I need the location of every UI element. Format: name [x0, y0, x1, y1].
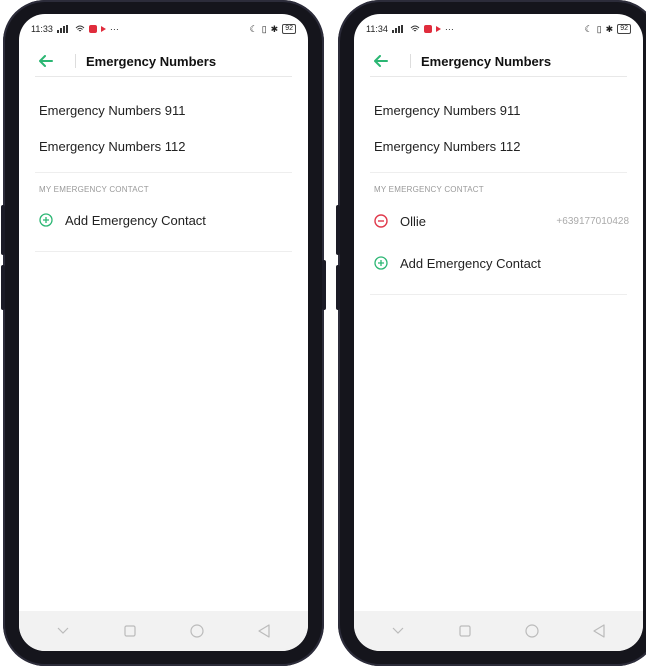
vibrate-icon: ▯ — [596, 23, 602, 34]
emergency-number-label: Emergency Numbers 911 — [39, 102, 186, 118]
volume-button — [336, 205, 340, 255]
app-header: Emergency Numbers — [354, 46, 643, 76]
contact-row[interactable]: Ollie +639177010428 — [374, 211, 629, 231]
emergency-number-911[interactable]: Emergency Numbers 911 — [39, 100, 294, 120]
play-notification-icon — [100, 26, 106, 32]
header-divider — [35, 76, 292, 77]
divider — [35, 251, 292, 252]
divider — [370, 172, 627, 173]
add-circle-icon — [39, 213, 53, 227]
phone-frame-right: 11:34 ··· ☾ ▯ ✱ 92 Emergency Numbers Eme… — [336, 0, 646, 666]
status-bar: 11:33 ··· ☾ ▯ ✱ 92 — [19, 14, 308, 44]
emergency-number-label: Emergency Numbers 911 — [374, 102, 521, 118]
header-divider — [370, 76, 627, 77]
emergency-number-112[interactable]: Emergency Numbers 112 — [39, 136, 294, 156]
bluetooth-icon: ✱ — [605, 23, 614, 34]
phone-frame-left: 11:33 ··· ☾ ▯ ✱ 92 Emergency Numbers Eme… — [1, 0, 326, 666]
status-time: 11:33 — [31, 24, 53, 34]
volume-button — [1, 205, 5, 255]
contact-phone: +639177010428 — [556, 215, 629, 227]
add-contact-label: Add Emergency Contact — [65, 212, 206, 228]
square-icon[interactable] — [458, 624, 472, 638]
contact-name: Ollie — [400, 213, 427, 229]
section-label: MY EMERGENCY CONTACT — [39, 185, 149, 194]
battery-icon: 92 — [282, 24, 296, 34]
app-notification-icon — [88, 25, 97, 33]
screen-right: 11:34 ··· ☾ ▯ ✱ 92 Emergency Numbers Eme… — [354, 14, 643, 651]
chevron-down-icon[interactable] — [391, 624, 405, 638]
add-contact-label: Add Emergency Contact — [400, 255, 541, 271]
power-button — [322, 260, 326, 310]
back-button[interactable] — [19, 55, 75, 67]
vibrate-icon: ▯ — [261, 23, 267, 34]
navigation-bar — [354, 611, 643, 651]
page-title: Emergency Numbers — [86, 53, 217, 69]
moon-icon: ☾ — [584, 23, 593, 34]
divider — [35, 172, 292, 173]
more-notifications-icon: ··· — [109, 24, 119, 34]
arrow-left-icon — [374, 55, 388, 67]
add-circle-icon — [374, 256, 388, 270]
play-notification-icon — [435, 26, 441, 32]
volume-button — [336, 265, 340, 310]
battery-icon: 92 — [617, 24, 631, 34]
circle-icon[interactable] — [190, 624, 204, 638]
section-label: MY EMERGENCY CONTACT — [374, 185, 484, 194]
navigation-bar — [19, 611, 308, 651]
remove-circle-icon[interactable] — [374, 214, 388, 228]
wifi-icon — [75, 25, 85, 32]
status-bar: 11:34 ··· ☾ ▯ ✱ 92 — [354, 14, 643, 44]
triangle-back-icon[interactable] — [257, 624, 271, 638]
square-icon[interactable] — [123, 624, 137, 638]
wifi-icon — [410, 25, 420, 32]
moon-icon: ☾ — [249, 23, 258, 34]
signal-icon — [391, 25, 406, 33]
emergency-number-911[interactable]: Emergency Numbers 911 — [374, 100, 629, 120]
app-header: Emergency Numbers — [19, 46, 308, 76]
add-emergency-contact-button[interactable]: Add Emergency Contact — [39, 210, 294, 230]
add-emergency-contact-button[interactable]: Add Emergency Contact — [374, 253, 629, 273]
volume-button — [1, 265, 5, 310]
triangle-back-icon[interactable] — [592, 624, 606, 638]
signal-icon — [56, 25, 71, 33]
header-separator — [410, 54, 411, 68]
app-notification-icon — [423, 25, 432, 33]
emergency-number-label: Emergency Numbers 112 — [39, 138, 186, 154]
page-title: Emergency Numbers — [421, 53, 552, 69]
back-button[interactable] — [354, 55, 410, 67]
circle-icon[interactable] — [525, 624, 539, 638]
chevron-down-icon[interactable] — [56, 624, 70, 638]
emergency-number-label: Emergency Numbers 112 — [374, 138, 521, 154]
arrow-left-icon — [39, 55, 53, 67]
divider — [370, 294, 627, 295]
more-notifications-icon: ··· — [444, 24, 454, 34]
screen-left: 11:33 ··· ☾ ▯ ✱ 92 Emergency Numbers Eme… — [19, 14, 308, 651]
header-separator — [75, 54, 76, 68]
bluetooth-icon: ✱ — [270, 23, 279, 34]
status-time: 11:34 — [366, 24, 388, 34]
emergency-number-112[interactable]: Emergency Numbers 112 — [374, 136, 629, 156]
